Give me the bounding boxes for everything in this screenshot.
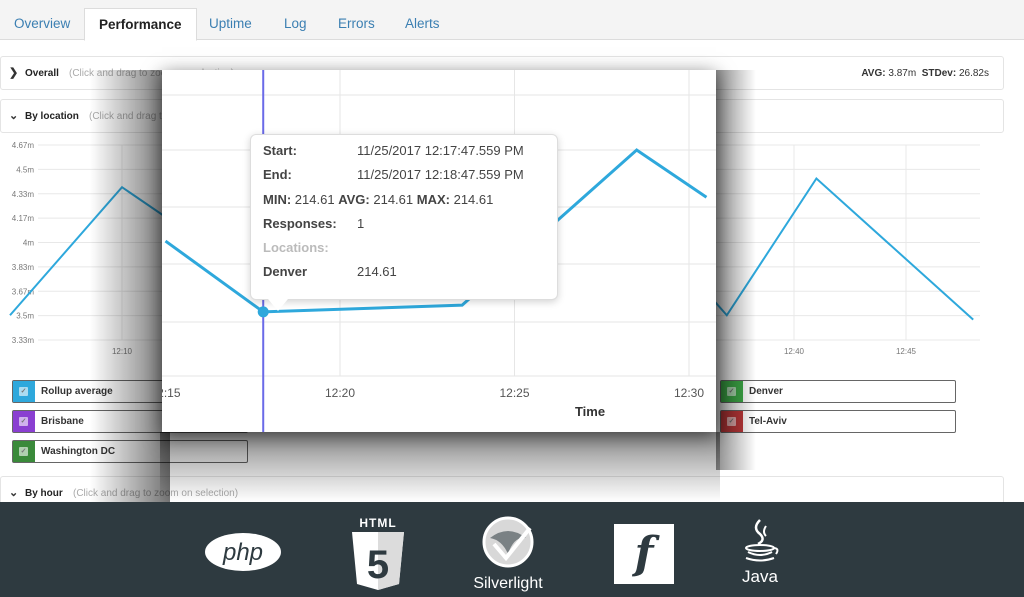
y-tick-label: 4m xyxy=(23,239,34,248)
tooltip-min-value: 214.61 xyxy=(294,192,335,207)
java-logo: Java xyxy=(738,518,782,592)
x-axis-title: Time xyxy=(575,404,605,419)
avg-label: AVG: xyxy=(861,68,886,79)
tab-log[interactable]: Log xyxy=(270,8,321,40)
checkbox-icon: ✓ xyxy=(19,387,28,396)
php-logo: php xyxy=(204,532,282,572)
legend-item-washington-dc[interactable]: ✓ Washington DC xyxy=(12,440,248,463)
chevron-down-icon[interactable]: ⌄ xyxy=(9,109,18,122)
legend-label: Brisbane xyxy=(41,416,84,427)
y-tick-label: 4.67m xyxy=(12,141,35,150)
tooltip-avg-label: AVG: xyxy=(338,192,370,207)
x-tick-label: 12:40 xyxy=(784,347,805,356)
silverlight-icon xyxy=(482,516,534,568)
avg-value: 3.87m xyxy=(888,68,917,79)
section-title: By location xyxy=(25,111,79,122)
chevron-down-icon[interactable]: ⌄ xyxy=(9,486,18,499)
html5-logo-text: HTML xyxy=(359,516,397,530)
php-logo-text: php xyxy=(222,539,263,566)
flash-icon: f xyxy=(634,528,654,579)
tooltip-max-value: 214.61 xyxy=(453,192,494,207)
section-title: By hour xyxy=(25,488,63,499)
tab-overview[interactable]: Overview xyxy=(0,8,84,40)
tooltip-end-value: 11/25/2017 12:18:47.559 PM xyxy=(357,167,524,182)
java-label: Java xyxy=(742,567,778,586)
legend-swatch[interactable]: ✓ xyxy=(13,381,35,402)
tooltip-end-row: End: 11/25/2017 12:18:47.559 PM xyxy=(263,167,524,182)
tooltip-end-label: End: xyxy=(263,167,292,182)
x-tick-label: 12:10 xyxy=(112,347,133,356)
tab-alerts[interactable]: Alerts xyxy=(391,8,454,40)
checkbox-icon: ✓ xyxy=(727,417,736,426)
y-tick-label: 4.5m xyxy=(16,165,34,174)
checkbox-icon: ✓ xyxy=(19,447,28,456)
tooltip-start-value: 11/25/2017 12:17:47.559 PM xyxy=(357,143,524,158)
y-tick-label: 3.5m xyxy=(16,312,34,321)
legend-swatch[interactable]: ✓ xyxy=(13,441,35,462)
tooltip-location-name: Denver xyxy=(263,264,308,279)
tooltip-max-label: MAX: xyxy=(416,192,450,207)
tooltip-locations-label: Locations: xyxy=(263,240,329,255)
legend-label: Rollup average xyxy=(41,386,113,397)
overall-stats: AVG: 3.87m STDev: 26.82s xyxy=(861,68,989,79)
tooltip-avg-value: 214.61 xyxy=(373,192,414,207)
tooltip-location-row: Denver 214.61 xyxy=(263,264,397,279)
x-tick-label: 12:25 xyxy=(499,386,529,400)
tab-uptime[interactable]: Uptime xyxy=(195,8,266,40)
silverlight-label: Silverlight xyxy=(473,575,543,592)
tooltip-start-row: Start: 11/25/2017 12:17:47.559 PM xyxy=(263,143,524,158)
tab-bar: Overview Performance Uptime Log Errors A… xyxy=(0,0,1024,41)
legend-label: Washington DC xyxy=(41,446,116,457)
x-tick-label: 12:20 xyxy=(325,386,355,400)
legend-swatch[interactable]: ✓ xyxy=(721,381,743,402)
stdev-value: 26.82s xyxy=(958,68,989,79)
tooltip-location-value: 214.61 xyxy=(357,264,397,279)
y-tick-label: 4.33m xyxy=(12,190,35,199)
php-icon: php xyxy=(205,533,281,571)
tab-errors[interactable]: Errors xyxy=(324,8,389,40)
tooltip-responses-label: Responses: xyxy=(263,216,337,231)
checkbox-icon: ✓ xyxy=(727,387,736,396)
y-tick-label: 4.17m xyxy=(12,214,35,223)
section-hint: (Click and drag to zoom on selection) xyxy=(73,488,239,499)
checkbox-icon: ✓ xyxy=(19,417,28,426)
tooltip-min-label: MIN: xyxy=(263,192,292,207)
tooltip-start-label: Start: xyxy=(263,143,297,158)
stdev-label: STDev: xyxy=(921,68,957,79)
legend-label: Tel-Aviv xyxy=(749,416,787,427)
y-tick-label: 3.33m xyxy=(12,336,35,345)
legend-swatch[interactable]: ✓ xyxy=(13,411,35,432)
y-tick-label: 3.83m xyxy=(12,263,35,272)
html5-shield-icon: 5 xyxy=(352,532,404,590)
x-tick-label: 12:15 xyxy=(162,386,181,400)
tooltip-responses-value: 1 xyxy=(357,216,365,231)
html5-badge: 5 xyxy=(367,543,389,587)
tooltip-arrow xyxy=(268,299,288,311)
html5-logo: HTML 5 xyxy=(350,516,406,594)
tooltip-responses-row: Responses: 1 xyxy=(263,216,364,231)
legend-label: Denver xyxy=(749,386,783,397)
legend-item-tel-aviv[interactable]: ✓ Tel-Aviv xyxy=(720,410,956,433)
legend-swatch[interactable]: ✓ xyxy=(721,411,743,432)
section-title: Overall xyxy=(25,68,59,79)
chevron-right-icon[interactable]: ❯ xyxy=(9,66,18,79)
silverlight-logo: Silverlight xyxy=(470,514,546,594)
data-tooltip: Start: 11/25/2017 12:17:47.559 PM End: 1… xyxy=(250,134,558,300)
technology-footer: php HTML 5 Silverlight f Java xyxy=(0,502,1024,597)
x-tick-label: 12:30 xyxy=(674,386,704,400)
legend-item-denver[interactable]: ✓ Denver xyxy=(720,380,956,403)
tab-performance[interactable]: Performance xyxy=(84,8,197,41)
x-tick-label: 12:45 xyxy=(896,347,917,356)
java-cup-icon xyxy=(745,519,779,562)
tooltip-locations-row: Locations: xyxy=(263,240,329,255)
flash-logo: f xyxy=(614,524,674,584)
tooltip-stats-row: MIN: 214.61 AVG: 214.61 MAX: 214.61 xyxy=(263,192,493,207)
